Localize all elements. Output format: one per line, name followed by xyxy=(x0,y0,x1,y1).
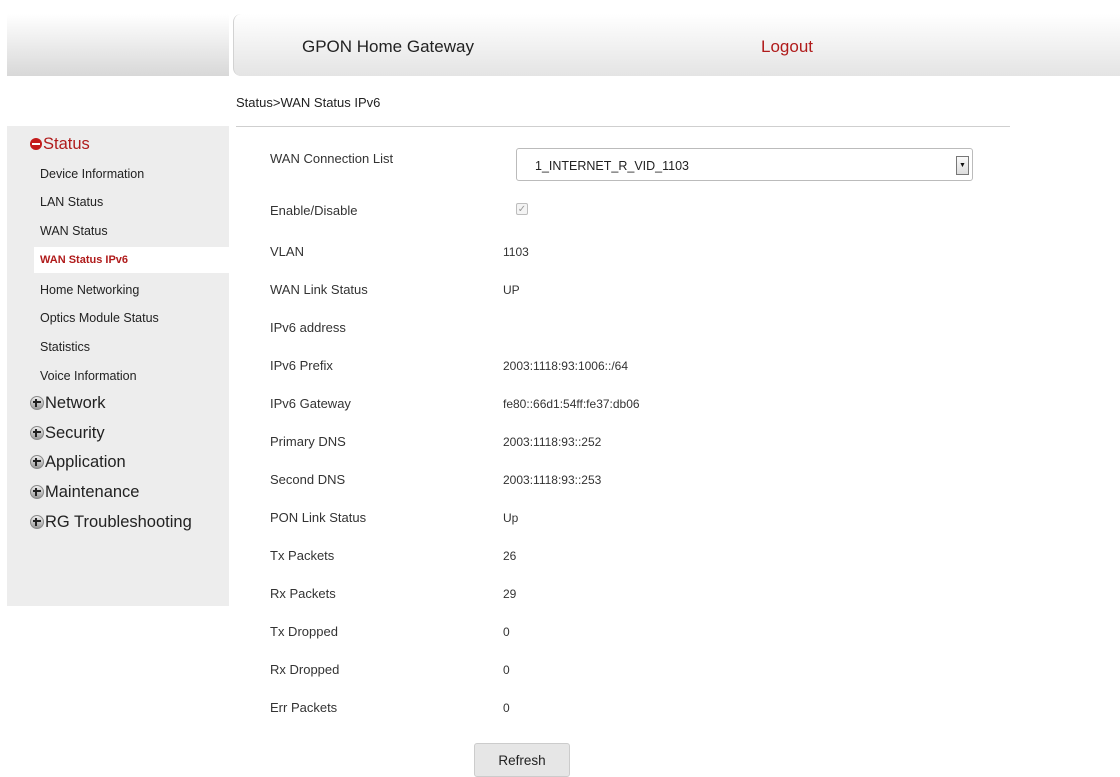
row-value: 26 xyxy=(503,549,517,563)
expand-icon xyxy=(30,515,44,529)
row-label: VLAN xyxy=(270,244,304,259)
row-label: Tx Dropped xyxy=(270,624,338,639)
breadcrumb: Status>WAN Status IPv6 xyxy=(236,95,381,110)
sidebar-item-statistics[interactable]: Statistics xyxy=(40,340,90,354)
row-value: 0 xyxy=(503,701,510,715)
row-label: IPv6 Gateway xyxy=(270,396,351,411)
sidebar-item-home-networking[interactable]: Home Networking xyxy=(40,283,139,297)
row-label: Rx Dropped xyxy=(270,662,340,677)
row-label: IPv6 Prefix xyxy=(270,358,333,373)
enable-checkbox: ✓ xyxy=(516,203,528,215)
sidebar-section-security[interactable]: Security xyxy=(30,422,105,444)
enable-disable-label: Enable/Disable xyxy=(270,203,358,218)
expand-icon xyxy=(30,485,44,499)
chevron-down-icon[interactable]: ▼ xyxy=(956,156,969,175)
row-value: 2003:1118:93:1006::/64 xyxy=(503,359,629,373)
sidebar-item-lan-status[interactable]: LAN Status xyxy=(40,195,103,209)
header-bar: GPON Home Gateway Logout xyxy=(233,14,1120,76)
sidebar-item-device-information[interactable]: Device Information xyxy=(40,167,144,181)
row-label: Tx Packets xyxy=(270,548,335,563)
expand-icon xyxy=(30,426,44,440)
row-value: 2003:1118:93::253 xyxy=(503,473,602,487)
expand-icon xyxy=(30,396,44,410)
sidebar-section-rg-troubleshooting-label: RG Troubleshooting xyxy=(45,512,192,531)
sidebar-section-application-label: Application xyxy=(45,452,126,471)
row-value: 2003:1118:93::252 xyxy=(503,435,602,449)
row-label: WAN Link Status xyxy=(270,282,368,297)
expand-icon xyxy=(30,455,44,469)
sidebar-item-optics-module-status[interactable]: Optics Module Status xyxy=(40,311,159,325)
sidebar-section-status[interactable]: Status xyxy=(30,133,90,155)
row-value: UP xyxy=(503,283,520,297)
row-label: Second DNS xyxy=(270,472,346,487)
wan-connection-list-label: WAN Connection List xyxy=(270,151,394,166)
wan-connection-selected-value: 1_INTERNET_R_VID_1103 xyxy=(535,159,690,173)
sidebar-item-wan-status-ipv6[interactable]: WAN Status IPv6 xyxy=(34,247,229,273)
row-label: Primary DNS xyxy=(270,434,346,449)
row-value: 29 xyxy=(503,587,517,601)
sidebar-item-wan-status[interactable]: WAN Status xyxy=(40,224,108,238)
sidebar-section-rg-troubleshooting[interactable]: RG Troubleshooting xyxy=(30,511,192,533)
sidebar-section-status-label: Status xyxy=(43,134,90,153)
sidebar-section-maintenance-label: Maintenance xyxy=(45,482,140,501)
divider xyxy=(236,126,1010,127)
sidebar-item-voice-information[interactable]: Voice Information xyxy=(40,369,137,383)
sidebar-section-network-label: Network xyxy=(45,393,106,412)
sidebar-section-maintenance[interactable]: Maintenance xyxy=(30,481,139,503)
row-label: PON Link Status xyxy=(270,510,367,525)
header-left-panel xyxy=(7,14,229,76)
row-value: 0 xyxy=(503,663,510,677)
refresh-button[interactable]: Refresh xyxy=(474,743,570,777)
row-value: fe80::66d1:54ff:fe37:db06 xyxy=(503,397,640,411)
row-label: IPv6 address xyxy=(270,320,346,335)
row-label: Err Packets xyxy=(270,700,338,715)
sidebar-section-application[interactable]: Application xyxy=(30,451,126,473)
sidebar-section-network[interactable]: Network xyxy=(30,392,106,414)
row-value: Up xyxy=(503,511,519,525)
logout-link[interactable]: Logout xyxy=(761,37,813,57)
app-title: GPON Home Gateway xyxy=(302,37,474,56)
row-label: Rx Packets xyxy=(270,586,336,601)
row-value: 1103 xyxy=(503,245,529,259)
wan-connection-select[interactable]: 1_INTERNET_R_VID_1103 ▼ xyxy=(516,148,973,181)
sidebar: Status Device Information LAN Status WAN… xyxy=(7,126,229,606)
row-value: 0 xyxy=(503,625,510,639)
sidebar-section-security-label: Security xyxy=(45,423,105,442)
collapse-icon xyxy=(30,138,42,150)
